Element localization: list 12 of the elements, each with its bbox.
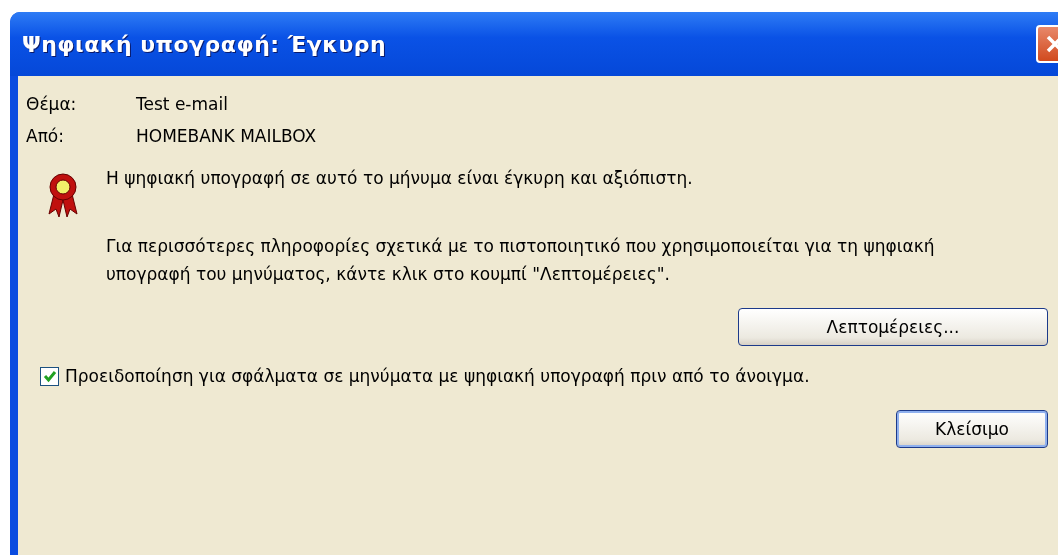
field-label: Από: [26,126,65,146]
window-title: Ψηφιακή υπογραφή: Έγκυρη [22,31,387,57]
status-message: Η ψηφιακή υπογραφή σε αυτό το μήνυμα είναι έγκυρη και αξιόπιστη. [106,167,694,190]
info-message: Για περισσότερες πληροφορίες σχετικά με το πιστοποιητικό που χρησιμοποιείται για τη ψηφιακή υπογραφή του μηνύματος, κάντε κλικ στο κουμπί "Λεπτομέρειες". [106,235,936,286]
field-value: HOMEBANK MAILBOX [136,126,318,146]
ribbon-award-icon [46,172,80,218]
warn-checkbox[interactable] [40,366,59,386]
checkbox-label: Προειδοποίηση για σφάλματα σε μηνύματα με ψηφιακή υπογραφή πριν από το άνοιγμα. [65,366,810,386]
field-label: Θέμα: [26,94,78,114]
field-value: Test e-mail [136,94,229,114]
close-dialog-button[interactable]: Κλείσιμο [896,410,1048,448]
details-button[interactable]: Λεπτομέρειες... [738,308,1048,346]
